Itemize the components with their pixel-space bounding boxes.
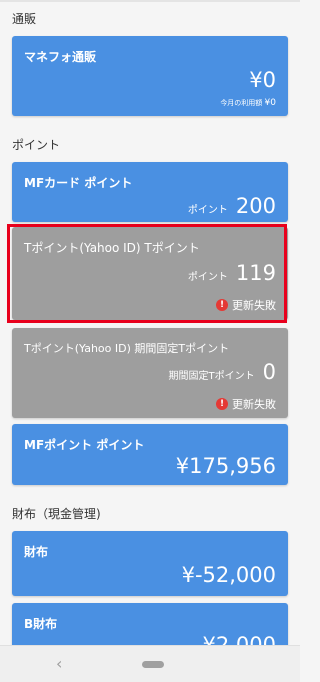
balance-value: ¥175,956 bbox=[175, 454, 276, 478]
system-navigation-bar: ‹ bbox=[0, 645, 300, 682]
account-name: Tポイント(Yahoo ID) Tポイント bbox=[24, 241, 200, 255]
update-failed-label: 更新失敗 bbox=[232, 398, 276, 411]
top-divider bbox=[0, 0, 300, 2]
account-name: 財布 bbox=[24, 545, 49, 559]
balance-row: ¥0 bbox=[249, 68, 276, 92]
account-name: MFカード ポイント bbox=[24, 176, 133, 190]
account-card-manefo[interactable]: マネフォ通販 ¥0 今月の利用額 ¥0 bbox=[12, 36, 288, 116]
balance-value: ¥0 bbox=[249, 68, 276, 92]
balance-value: 0 bbox=[262, 360, 276, 384]
account-card-tpoint[interactable]: Tポイント(Yahoo ID) Tポイント ポイント 119 ! 更新失敗 bbox=[12, 227, 288, 320]
account-name: Tポイント(Yahoo ID) 期間固定Tポイント bbox=[24, 342, 230, 355]
chevron-left-icon[interactable]: ‹ bbox=[56, 654, 62, 673]
update-failed-label: 更新失敗 bbox=[232, 299, 276, 312]
balance-value: ¥2,000 bbox=[202, 633, 276, 645]
balance-row: ¥2,000 bbox=[203, 633, 276, 645]
balance-row: ポイント 200 bbox=[188, 194, 276, 218]
update-failed-status: ! 更新失敗 bbox=[216, 297, 276, 313]
monthly-usage-value: ¥0 bbox=[264, 98, 276, 108]
section-title-points: ポイント bbox=[12, 138, 61, 152]
account-name: MFポイント ポイント bbox=[24, 438, 145, 452]
section-title-wallet: 財布（現金管理) bbox=[12, 507, 101, 521]
balance-row: ポイント 119 bbox=[188, 261, 276, 285]
balance-label: ポイント bbox=[187, 205, 228, 216]
balance-value: 200 bbox=[235, 194, 276, 218]
account-card-b-wallet[interactable]: B財布 ¥2,000 bbox=[12, 603, 288, 645]
account-card-wallet[interactable]: 財布 ¥-52,000 bbox=[12, 531, 288, 596]
balance-value: 119 bbox=[235, 261, 276, 285]
alert-icon: ! bbox=[216, 398, 228, 410]
account-name: マネフォ通販 bbox=[24, 50, 97, 64]
balance-value: ¥-52,000 bbox=[181, 563, 276, 587]
section-title-mail-order: 通販 bbox=[12, 12, 37, 26]
account-list-screen: 通販 マネフォ通販 ¥0 今月の利用額 ¥0 ポイント MFカード ポイント ポ… bbox=[0, 0, 300, 645]
balance-row: 期間固定Tポイント 0 bbox=[169, 360, 276, 384]
monthly-usage-row: 今月の利用額 ¥0 bbox=[220, 98, 276, 108]
monthly-usage-label: 今月の利用額 bbox=[220, 99, 263, 107]
balance-label: 期間固定Tポイント bbox=[168, 371, 255, 382]
balance-label: ポイント bbox=[187, 272, 228, 283]
account-card-tpoint-fixed[interactable]: Tポイント(Yahoo ID) 期間固定Tポイント 期間固定Tポイント 0 ! … bbox=[12, 328, 288, 418]
account-name: B財布 bbox=[24, 617, 58, 631]
alert-icon: ! bbox=[216, 299, 228, 311]
balance-row: ¥-52,000 bbox=[182, 563, 276, 587]
update-failed-status: ! 更新失敗 bbox=[216, 396, 276, 412]
balance-row: ¥175,956 bbox=[176, 454, 276, 478]
account-card-mf-card[interactable]: MFカード ポイント ポイント 200 bbox=[12, 162, 288, 222]
home-pill-icon[interactable] bbox=[142, 661, 164, 668]
account-card-mf-point[interactable]: MFポイント ポイント ¥175,956 bbox=[12, 424, 288, 485]
